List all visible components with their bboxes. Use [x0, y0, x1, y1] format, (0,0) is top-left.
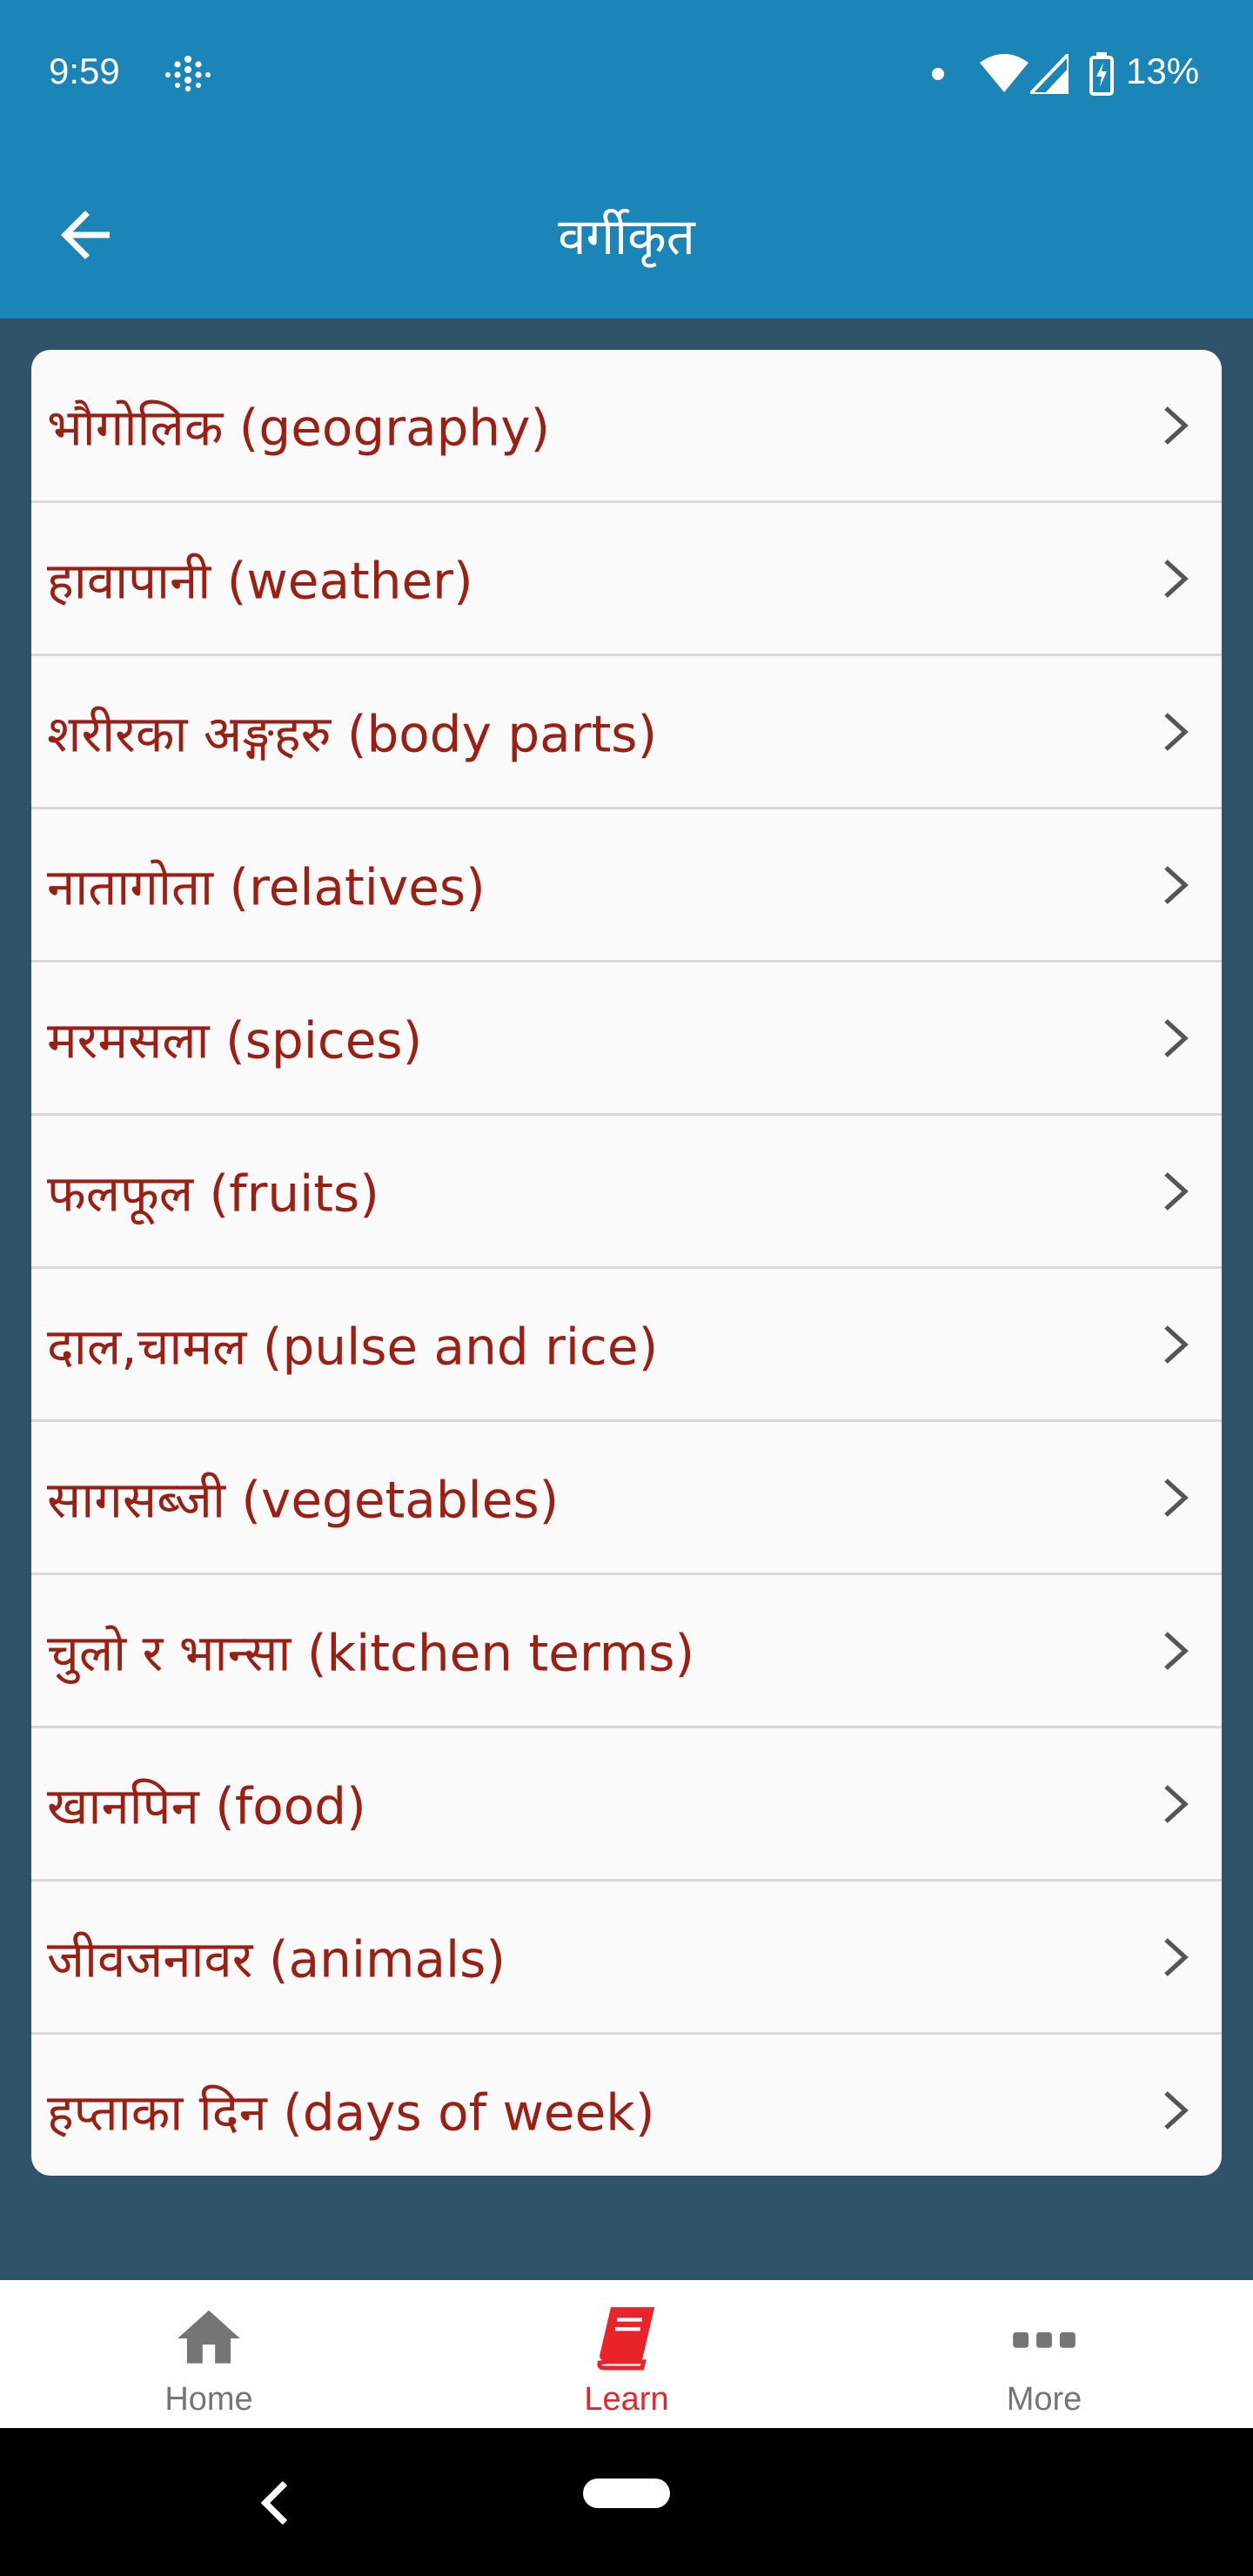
chevron-right-icon — [1164, 712, 1189, 751]
wifi-icon — [980, 54, 1029, 92]
home-icon — [178, 2310, 240, 2364]
chevron-right-icon — [1164, 1937, 1189, 1976]
category-label: नातागोता (relatives) — [47, 857, 486, 916]
category-item-spices[interactable]: मरमसला (spices) — [31, 963, 1222, 1116]
app-dots-icon — [165, 56, 211, 92]
chevron-right-icon — [1164, 1784, 1189, 1823]
battery-percentage: 13% — [1126, 50, 1200, 91]
category-item-body-parts[interactable]: शरीरका अङ्गहरु (body parts) — [31, 656, 1222, 809]
category-label: सागसब्जी (vegetables) — [47, 1470, 559, 1529]
chevron-right-icon — [1164, 559, 1189, 598]
category-label: चुलो र भान्सा (kitchen terms) — [47, 1623, 695, 1682]
page-title: वर्गीकृत — [558, 207, 695, 266]
category-label: हप्ताका दिन (days of week) — [47, 2083, 655, 2142]
chevron-right-icon — [1164, 1325, 1189, 1364]
nav-more-label: More — [1006, 2381, 1082, 2418]
category-label: जीवजनावर (animals) — [47, 1929, 506, 1989]
system-back-icon[interactable] — [252, 2477, 296, 2529]
app-bar: वर्गीकृत — [0, 148, 1253, 319]
nav-learn-label: Learn — [584, 2381, 669, 2418]
signal-icon — [1030, 54, 1069, 94]
status-bar: 9:59 13% — [0, 0, 1253, 148]
bottom-navigation: Home Learn More — [0, 2280, 1253, 2428]
category-label: दाल,चामल (pulse and rice) — [47, 1317, 659, 1376]
category-item-fruits[interactable]: फलफूल (fruits) — [31, 1116, 1222, 1269]
nav-home[interactable]: Home — [0, 2280, 418, 2428]
chevron-right-icon — [1164, 1171, 1189, 1211]
system-navigation-bar — [0, 2428, 1253, 2576]
category-label: हावापानी (weather) — [47, 551, 473, 610]
category-label: फलफूल (fruits) — [47, 1164, 379, 1223]
category-item-kitchen-terms[interactable]: चुलो र भान्सा (kitchen terms) — [31, 1575, 1222, 1728]
chevron-right-icon — [1164, 406, 1189, 445]
category-list: भौगोलिक (geography) हावापानी (weather) श… — [31, 350, 1222, 2176]
book-icon — [597, 2307, 655, 2371]
chevron-right-icon — [1164, 1018, 1189, 1057]
category-label: खानपिन (food) — [47, 1776, 366, 1835]
nav-home-label: Home — [164, 2381, 253, 2418]
category-item-days-of-week[interactable]: हप्ताका दिन (days of week) — [31, 2035, 1222, 2176]
nav-learn[interactable]: Learn — [418, 2280, 835, 2428]
chevron-right-icon — [1164, 2090, 1189, 2130]
nav-more[interactable]: More — [835, 2280, 1253, 2428]
category-item-pulse-and-rice[interactable]: दाल,चामल (pulse and rice) — [31, 1269, 1222, 1422]
chevron-right-icon — [1164, 1631, 1189, 1670]
status-time: 9:59 — [49, 50, 120, 91]
more-dots-icon — [1013, 2331, 1075, 2348]
chevron-right-icon — [1164, 1478, 1189, 1517]
battery-charging-icon — [1089, 52, 1114, 96]
category-label: भौगोलिक (geography) — [47, 398, 551, 457]
chevron-right-icon — [1164, 865, 1189, 904]
category-item-geography[interactable]: भौगोलिक (geography) — [31, 350, 1222, 503]
category-label: मरमसला (spices) — [47, 1010, 423, 1070]
category-item-animals[interactable]: जीवजनावर (animals) — [31, 1882, 1222, 2035]
notification-dot-icon — [932, 68, 944, 80]
category-item-food[interactable]: खानपिन (food) — [31, 1728, 1222, 1882]
category-item-weather[interactable]: हावापानी (weather) — [31, 503, 1222, 656]
category-item-vegetables[interactable]: सागसब्जी (vegetables) — [31, 1422, 1222, 1575]
category-item-relatives[interactable]: नातागोता (relatives) — [31, 809, 1222, 963]
category-label: शरीरका अङ्गहरु (body parts) — [47, 704, 658, 763]
system-home-pill[interactable] — [583, 2479, 670, 2508]
